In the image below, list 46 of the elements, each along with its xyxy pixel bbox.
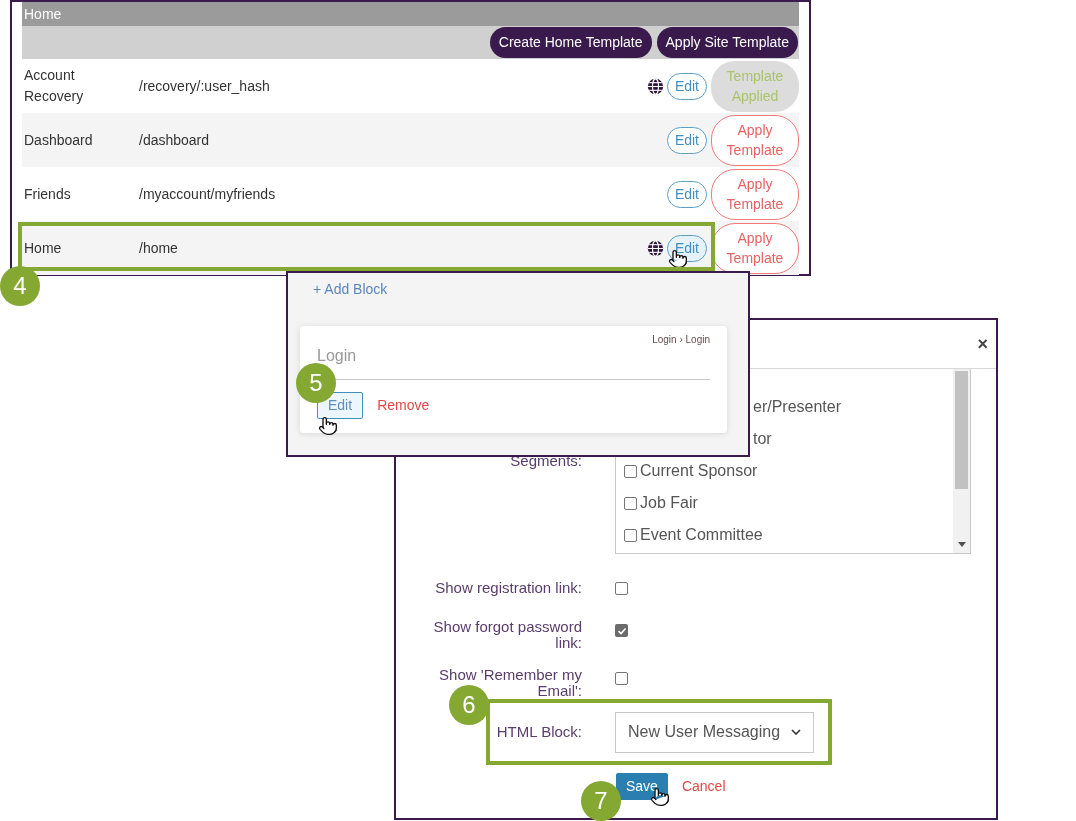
checkbox[interactable]: [615, 672, 628, 685]
breadcrumb: Login › Login: [652, 333, 710, 347]
segment-option[interactable]: er/Presenter: [753, 395, 842, 419]
page-path: /dashboard: [139, 130, 211, 150]
scrollbar-thumb[interactable]: [955, 371, 968, 489]
globe-icon: [646, 239, 664, 257]
step-badge: 4: [0, 266, 40, 306]
segment-option[interactable]: Event Committee: [640, 523, 763, 547]
chevron-down-icon: [791, 729, 801, 735]
segment-option[interactable]: Job Fair: [640, 491, 698, 515]
checkbox[interactable]: [624, 496, 637, 510]
field-label: Segments:: [509, 451, 582, 472]
checkbox[interactable]: [615, 582, 628, 595]
segments-listbox[interactable]: er/Presenter tor Current Sponsor Job Fair Event Committee: [615, 369, 971, 554]
html-block-select[interactable]: New User Messaging: [615, 711, 814, 753]
checkbox[interactable]: [615, 624, 628, 637]
edit-button[interactable]: Edit: [666, 180, 707, 208]
page-name: Dashboard: [24, 130, 94, 150]
template-button[interactable]: Apply Template: [711, 168, 799, 220]
scroll-down-icon: [957, 542, 966, 547]
segment-option[interactable]: tor: [753, 427, 772, 451]
cancel-link[interactable]: Cancel: [681, 776, 726, 797]
field-label: HTML Block:: [495, 721, 582, 742]
edit-button[interactable]: Edit: [666, 72, 707, 100]
page-name: Friends: [24, 184, 72, 204]
page-path: /recovery/:user_hash: [139, 76, 271, 96]
field-label: Show registration link:: [434, 580, 582, 596]
close-button[interactable]: ×: [977, 335, 988, 353]
page-name: Home: [24, 238, 63, 258]
globe-icon: [646, 77, 664, 95]
checkbox[interactable]: [624, 528, 637, 542]
toolbar-button[interactable]: Apply Site Template: [656, 27, 798, 58]
remove-link[interactable]: Remove: [377, 395, 430, 416]
toolbar-button[interactable]: Create Home Template: [489, 27, 652, 58]
template-button[interactable]: Apply Template: [711, 114, 799, 166]
edit-button[interactable]: Edit: [666, 234, 707, 262]
block-title: Login: [317, 347, 358, 365]
field-label: Show forgot password link:: [432, 619, 582, 651]
checkbox[interactable]: [624, 464, 637, 478]
edit-button[interactable]: Edit: [666, 126, 707, 154]
segment-option[interactable]: Current Sponsor: [640, 459, 758, 483]
page-path: /myaccount/myfriends: [139, 184, 277, 204]
add-block-link[interactable]: + Add Block: [313, 278, 388, 300]
page-name: Account Recovery: [24, 66, 85, 106]
page-path: /home: [139, 238, 179, 258]
panel-title: Home: [22, 2, 799, 26]
